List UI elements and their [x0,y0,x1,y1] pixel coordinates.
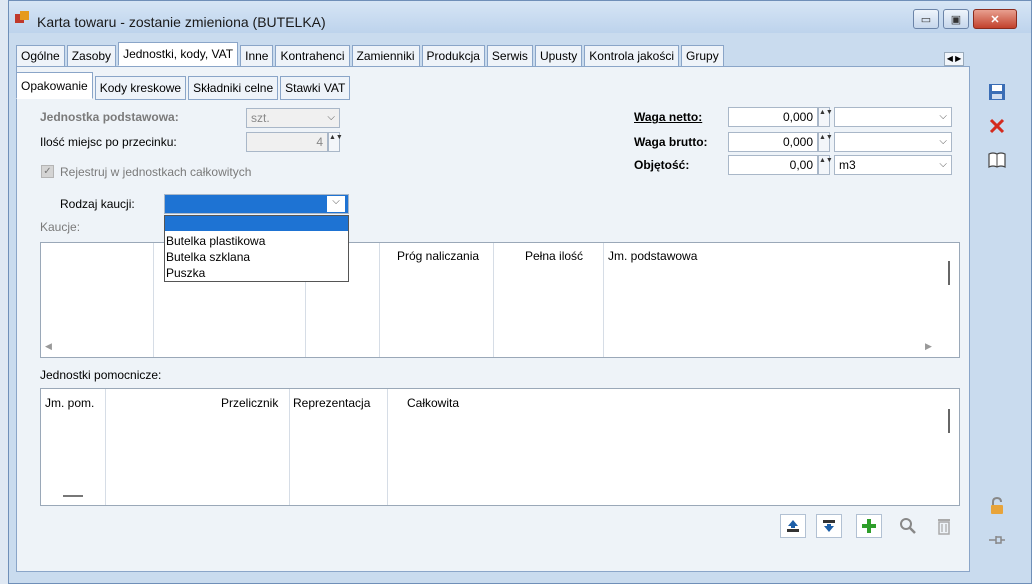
move-down-icon [823,520,835,532]
help-button[interactable] [985,148,1009,172]
chevron-down-icon: ⌵ [939,111,947,122]
rejestruj-label: Rejestruj w jednostkach całkowitych [60,165,252,179]
grid-column-divider [387,389,388,505]
move-down-button[interactable] [816,514,842,538]
dropdown-option-empty[interactable] [165,216,348,231]
chevron-down-icon: ⌵ [939,159,947,170]
pomocnicze-horizontal-scrollbar[interactable] [63,495,83,497]
tab-grupy[interactable]: Grupy [681,45,724,67]
window-title: Karta towaru - zostanie zmieniona (BUTEL… [37,14,326,30]
pomocnicze-grid[interactable]: Jm. pom. Przelicznik Reprezentacja Całko… [40,388,960,506]
main-tabs: Ogólne Zasoby Jednostki, kody, VAT Inne … [16,42,726,67]
tab-zasoby[interactable]: Zasoby [66,45,117,67]
subtab-stawki-vat[interactable]: Stawki VAT [280,76,351,100]
objetosc-unit: m3 [839,158,856,172]
dropdown-option-puszka[interactable]: Puszka [165,265,348,281]
waga-netto-label: Waga netto: [634,110,703,124]
chevron-down-icon: ⌵ [327,112,335,123]
grid-column-divider [603,243,604,357]
tab-produkcja[interactable]: Produkcja [421,45,485,67]
kaucje-label: Kaucje: [40,220,81,234]
rodzaj-kaucji-select[interactable]: ⌵ [164,194,349,214]
search-icon [900,518,916,534]
close-icon [989,118,1005,134]
tab-jednostki[interactable]: Jednostki, kody, VAT [118,42,239,66]
jednostka-label: Jednostka podstawowa: [40,110,179,124]
grid-column-divider [105,389,106,505]
book-icon [988,152,1006,168]
waga-netto-field[interactable]: 0,000 [728,107,818,127]
save-button[interactable] [985,80,1009,104]
waga-netto-spinner-icon[interactable]: ▲▼ [818,107,833,127]
grid-column-divider [379,243,380,357]
tab-kontrahenci[interactable]: Kontrahenci [275,45,350,67]
lock-icon [991,496,1003,514]
objetosc-spinner-icon[interactable]: ▲▼ [818,155,833,175]
minimize-button[interactable]: ▭ [913,9,939,29]
maximize-button[interactable]: ▣ [943,9,969,29]
cancel-button[interactable] [985,114,1009,138]
move-up-icon [787,520,799,532]
chevron-down-icon[interactable]: ⌵ [327,196,345,212]
tab-zamienniki[interactable]: Zamienniki [351,45,420,67]
app-icon [15,11,31,25]
sub-tabs: Opakowanie Kody kreskowe Składniki celne… [16,72,352,100]
tab-inne[interactable]: Inne [240,45,274,67]
objetosc-unit-select[interactable]: m3 ⌵ [834,155,952,175]
objetosc-label: Objętość: [634,158,690,172]
dropdown-option-butelka-szklana[interactable]: Butelka szklana [165,249,348,265]
tab-scroll-arrows[interactable]: ◀ ▶ [944,52,964,66]
grid-column-divider [289,389,290,505]
search-button[interactable] [896,514,920,538]
waga-brutto-field[interactable]: 0,000 [728,132,818,152]
waga-netto-unit-select[interactable]: ⌵ [834,107,952,127]
jednostka-value: szt. [251,111,270,125]
waga-brutto-unit-select[interactable]: ⌵ [834,132,952,152]
col-jm-pom[interactable]: Jm. pom. [45,396,94,410]
lock-button[interactable] [985,494,1009,518]
grid-column-divider [153,243,154,357]
scroll-right-icon[interactable]: ▶ [925,341,932,352]
move-up-button[interactable] [780,514,806,538]
tab-ogolne[interactable]: Ogólne [16,45,65,67]
plus-icon [862,519,876,533]
subtab-opakowanie[interactable]: Opakowanie [16,72,93,99]
col-prog-naliczania[interactable]: Próg naliczania [397,249,479,263]
trash-icon [938,519,950,535]
subtab-kody-kreskowe[interactable]: Kody kreskowe [94,76,187,100]
col-pelna-ilosc[interactable]: Pełna ilość [525,249,583,263]
col-reprezentacja[interactable]: Reprezentacja [293,396,370,410]
pomocnicze-label: Jednostki pomocnicze: [40,368,162,382]
col-jm-podstawowa[interactable]: Jm. podstawowa [608,249,697,263]
add-button[interactable] [856,514,882,538]
scroll-left-icon[interactable]: ◀ [45,341,52,352]
save-icon [989,84,1005,100]
subtab-skladniki-celne[interactable]: Składniki celne [188,76,279,100]
jednostka-field: szt. ⌵ [246,108,340,128]
pin-icon [989,536,1005,544]
grid-column-divider [493,243,494,357]
title-bar[interactable]: Karta towaru - zostanie zmieniona (BUTEL… [9,1,1031,33]
rejestruj-checkbox: ✓ [41,165,54,178]
rodzaj-kaucji-dropdown[interactable]: Butelka plastikowa Butelka szklana Puszk… [164,215,349,282]
tab-serwis[interactable]: Serwis [486,45,533,67]
chevron-down-icon: ⌵ [939,136,947,147]
objetosc-field[interactable]: 0,00 [728,155,818,175]
ilosc-spinner-icon: ▲▼ [328,132,343,152]
kaucje-vertical-scrollbar[interactable] [948,261,950,285]
delete-button[interactable] [932,514,956,538]
pomocnicze-vertical-scrollbar[interactable] [948,409,950,433]
tab-upusty[interactable]: Upusty [534,45,583,67]
col-przelicznik[interactable]: Przelicznik [221,396,278,410]
rodzaj-kaucji-label: Rodzaj kaucji: [60,197,135,211]
ilosc-label: Ilość miejsc po przecinku: [40,135,177,149]
col-calkowita[interactable]: Całkowita [407,396,459,410]
ilosc-field: 4 [246,132,328,152]
tab-kontrola-jakosci[interactable]: Kontrola jakości [584,45,680,67]
dropdown-option-butelka-plastikowa[interactable]: Butelka plastikowa [165,233,348,249]
waga-brutto-spinner-icon[interactable]: ▲▼ [818,132,833,152]
pin-button[interactable] [985,528,1009,552]
close-window-button[interactable]: ✕ [973,9,1017,29]
waga-brutto-label: Waga brutto: [634,135,708,149]
